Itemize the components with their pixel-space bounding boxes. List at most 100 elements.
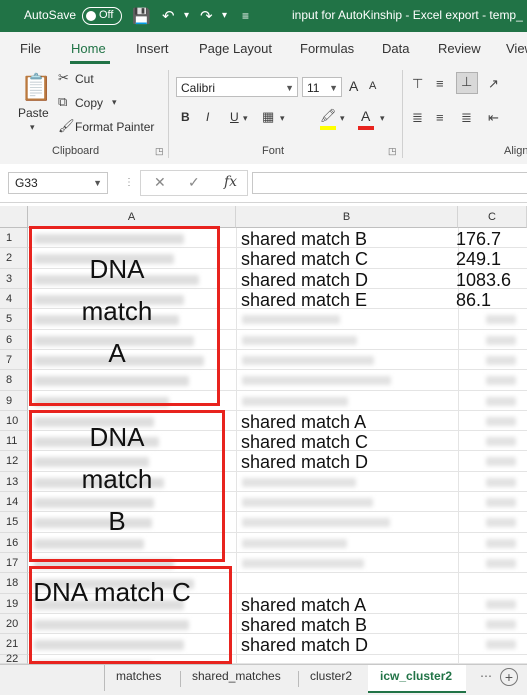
cell-b11[interactable]: shared match C	[241, 432, 368, 453]
fill-color-dropdown-icon[interactable]: ▾	[340, 113, 345, 124]
row-header[interactable]: 9	[0, 391, 28, 411]
sheet-tab-matches[interactable]: matches	[116, 669, 161, 683]
format-painter-button[interactable]: Format Painter	[75, 120, 154, 134]
cell-b10[interactable]: shared match A	[241, 412, 366, 433]
copy-icon[interactable]: ⧉	[58, 94, 67, 110]
row-header[interactable]: 6	[0, 330, 28, 350]
row-header[interactable]: 14	[0, 492, 28, 512]
row-header[interactable]: 16	[0, 533, 28, 553]
column-header-a[interactable]: A	[28, 206, 236, 228]
row-header[interactable]: 20	[0, 614, 28, 634]
cut-button[interactable]: Cut	[75, 72, 94, 86]
tab-review[interactable]: Review	[438, 41, 481, 56]
select-all-corner[interactable]	[0, 206, 28, 228]
formula-input[interactable]	[252, 172, 527, 194]
copy-button[interactable]: Copy	[75, 96, 103, 110]
row-header[interactable]: 10	[0, 411, 28, 431]
row-header[interactable]: 15	[0, 512, 28, 533]
font-launcher-icon[interactable]: ◳	[388, 146, 397, 157]
underline-dropdown-icon[interactable]: ▾	[243, 113, 248, 124]
cell-b19[interactable]: shared match A	[241, 595, 366, 616]
redo-dropdown-icon[interactable]: ▾	[222, 10, 227, 21]
paste-icon[interactable]: 📋	[20, 72, 52, 103]
bold-button[interactable]: B	[181, 110, 190, 124]
tab-data[interactable]: Data	[382, 41, 409, 56]
row-header[interactable]: 1	[0, 228, 28, 248]
tab-home[interactable]: Home	[71, 41, 106, 56]
borders-dropdown-icon[interactable]: ▾	[280, 113, 285, 124]
grow-font-button[interactable]: A	[349, 78, 358, 94]
row-header[interactable]: 19	[0, 594, 28, 614]
cell-b3[interactable]: shared match D	[241, 270, 368, 291]
row-header[interactable]: 3	[0, 269, 28, 289]
cell-c4[interactable]: 86.1	[456, 290, 491, 311]
row-header[interactable]: 4	[0, 289, 28, 309]
column-header-c[interactable]: C	[458, 206, 527, 228]
undo-icon[interactable]: ↶	[162, 7, 175, 25]
font-color-icon[interactable]: A	[361, 108, 370, 124]
cell-b4[interactable]: shared match E	[241, 290, 367, 311]
confirm-entry-button[interactable]: ✓	[188, 174, 200, 191]
row-header[interactable]: 11	[0, 431, 28, 451]
row-header[interactable]: 5	[0, 309, 28, 330]
sheet-tab-cluster2[interactable]: cluster2	[310, 669, 352, 683]
cell-c2[interactable]: 249.1	[456, 249, 501, 270]
undo-dropdown-icon[interactable]: ▾	[184, 10, 189, 21]
name-box[interactable]: G33 ▼	[8, 172, 108, 194]
align-right-icon[interactable]: ≣	[461, 110, 472, 126]
align-center-icon[interactable]: ≡	[436, 110, 444, 125]
align-middle-icon[interactable]: ≡	[436, 76, 444, 91]
tab-view[interactable]: View	[506, 41, 527, 56]
row-header[interactable]: 22	[0, 654, 28, 665]
align-left-icon[interactable]: ≣	[412, 110, 423, 126]
row-header[interactable]: 8	[0, 370, 28, 391]
paste-button[interactable]: Paste	[18, 106, 49, 120]
paste-dropdown-icon[interactable]: ▾	[30, 122, 35, 133]
tab-formulas[interactable]: Formulas	[300, 41, 354, 56]
column-header-b[interactable]: B	[236, 206, 458, 228]
font-color-dropdown-icon[interactable]: ▾	[380, 113, 385, 124]
row-header[interactable]: 21	[0, 634, 28, 655]
font-family-select[interactable]: Calibri ▼	[176, 77, 298, 97]
cell-c1[interactable]: 176.7	[456, 229, 501, 250]
insert-function-button[interactable]: fx	[224, 174, 237, 190]
cell-b20[interactable]: shared match B	[241, 615, 367, 636]
italic-button[interactable]: I	[206, 110, 209, 124]
cell-c3[interactable]: 1083.6	[456, 270, 511, 291]
align-top-icon[interactable]: ⊤	[412, 76, 423, 92]
tab-insert[interactable]: Insert	[136, 41, 169, 56]
sheet-tab-icw-cluster2[interactable]: icw_cluster2	[380, 669, 452, 683]
customize-toolbar-icon[interactable]: ≡	[242, 9, 249, 23]
row-header[interactable]: 17	[0, 553, 28, 573]
cancel-entry-button[interactable]: ✕	[154, 174, 166, 191]
row-header[interactable]: 7	[0, 350, 28, 370]
borders-icon[interactable]: ▦	[262, 109, 274, 125]
redo-icon[interactable]: ↷	[200, 7, 213, 25]
orientation-icon[interactable]: ↗	[488, 76, 499, 92]
cell-b21[interactable]: shared match D	[241, 635, 368, 656]
font-size-select[interactable]: 11 ▼	[302, 77, 342, 97]
fill-color-icon[interactable]: 🖍	[320, 108, 337, 124]
row-header[interactable]: 2	[0, 248, 28, 269]
save-icon[interactable]: 💾	[132, 7, 151, 25]
shrink-font-button[interactable]: A	[369, 80, 376, 92]
row-header[interactable]: 18	[0, 573, 28, 594]
autosave-toggle[interactable]: Off	[82, 7, 122, 25]
cut-icon[interactable]: ✂	[58, 70, 69, 86]
add-sheet-button[interactable]: +	[500, 668, 518, 686]
row-header[interactable]: 12	[0, 451, 28, 472]
clipboard-launcher-icon[interactable]: ◳	[155, 146, 164, 157]
decrease-indent-icon[interactable]: ⇤	[488, 110, 499, 126]
more-sheets-icon[interactable]: ⋯	[480, 669, 492, 683]
tab-page-layout[interactable]: Page Layout	[199, 41, 272, 56]
format-painter-icon[interactable]: 🖌	[58, 118, 75, 134]
row-header[interactable]: 13	[0, 472, 28, 492]
sheet-tab-shared-matches[interactable]: shared_matches	[192, 669, 281, 683]
cell-b12[interactable]: shared match D	[241, 452, 368, 473]
cell-b2[interactable]: shared match C	[241, 249, 368, 270]
copy-dropdown-icon[interactable]: ▾	[112, 97, 117, 108]
cell-b1[interactable]: shared match B	[241, 229, 367, 250]
underline-button[interactable]: U	[230, 110, 239, 124]
formula-bar-grip-icon[interactable]: ⋮	[124, 177, 134, 188]
tab-file[interactable]: File	[20, 41, 41, 56]
